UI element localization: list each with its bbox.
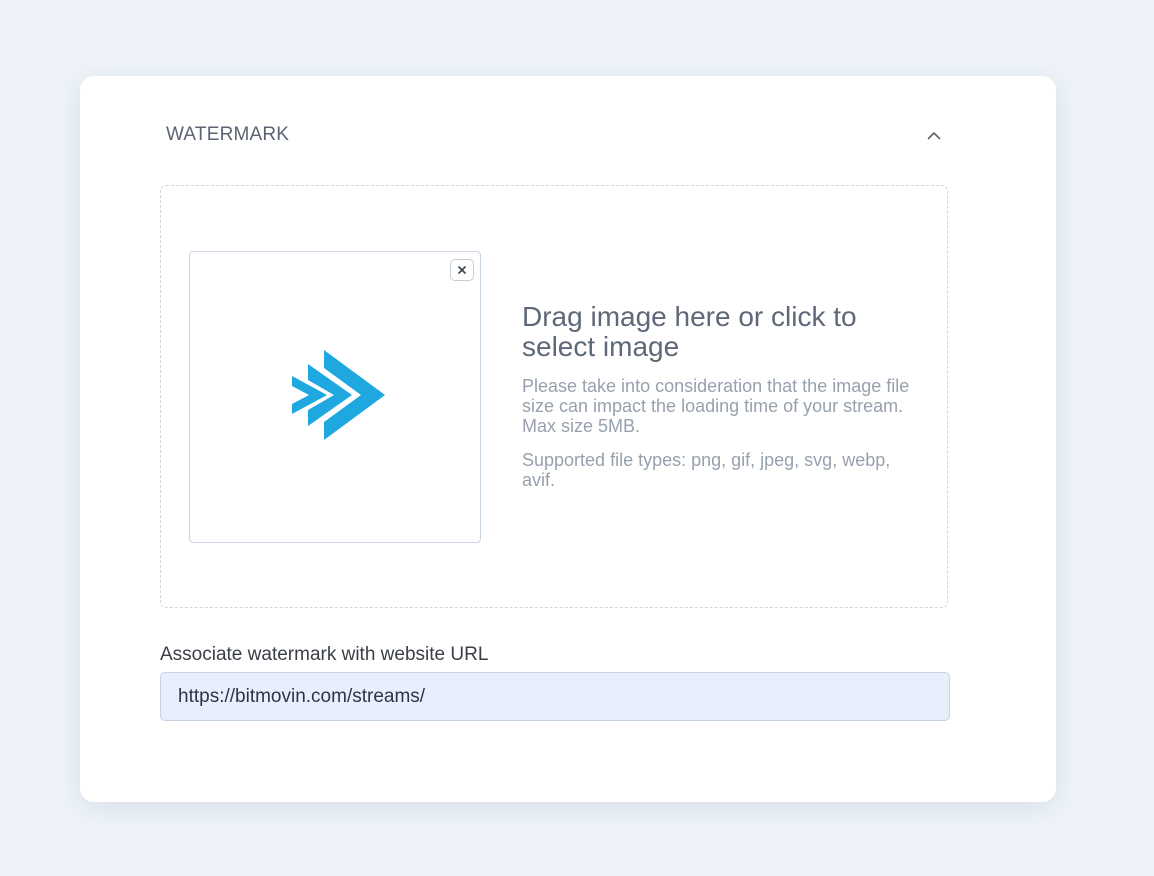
close-icon [457, 265, 467, 275]
website-url-label: Associate watermark with website URL [160, 644, 489, 665]
bitmovin-logo-image [290, 350, 386, 440]
section-header[interactable]: WATERMARK [166, 122, 946, 148]
website-url-input[interactable] [160, 672, 950, 721]
file-size-hint: Please take into consideration that the … [522, 376, 910, 436]
dropzone-title: Drag image here or click to select image [522, 301, 857, 362]
chevron-up-icon[interactable] [924, 125, 944, 145]
section-title: WATERMARK [166, 124, 290, 145]
dropzone-instructions: Drag image here or click to select image… [522, 302, 922, 504]
watermark-card: WATERMARK Drag image here or click to se… [80, 76, 1056, 802]
file-types-hint: Supported file types: png, gif, jpeg, sv… [522, 450, 891, 490]
image-dropzone[interactable]: Drag image here or click to select image… [160, 185, 948, 608]
remove-image-button[interactable] [450, 259, 474, 281]
image-preview [189, 251, 481, 543]
